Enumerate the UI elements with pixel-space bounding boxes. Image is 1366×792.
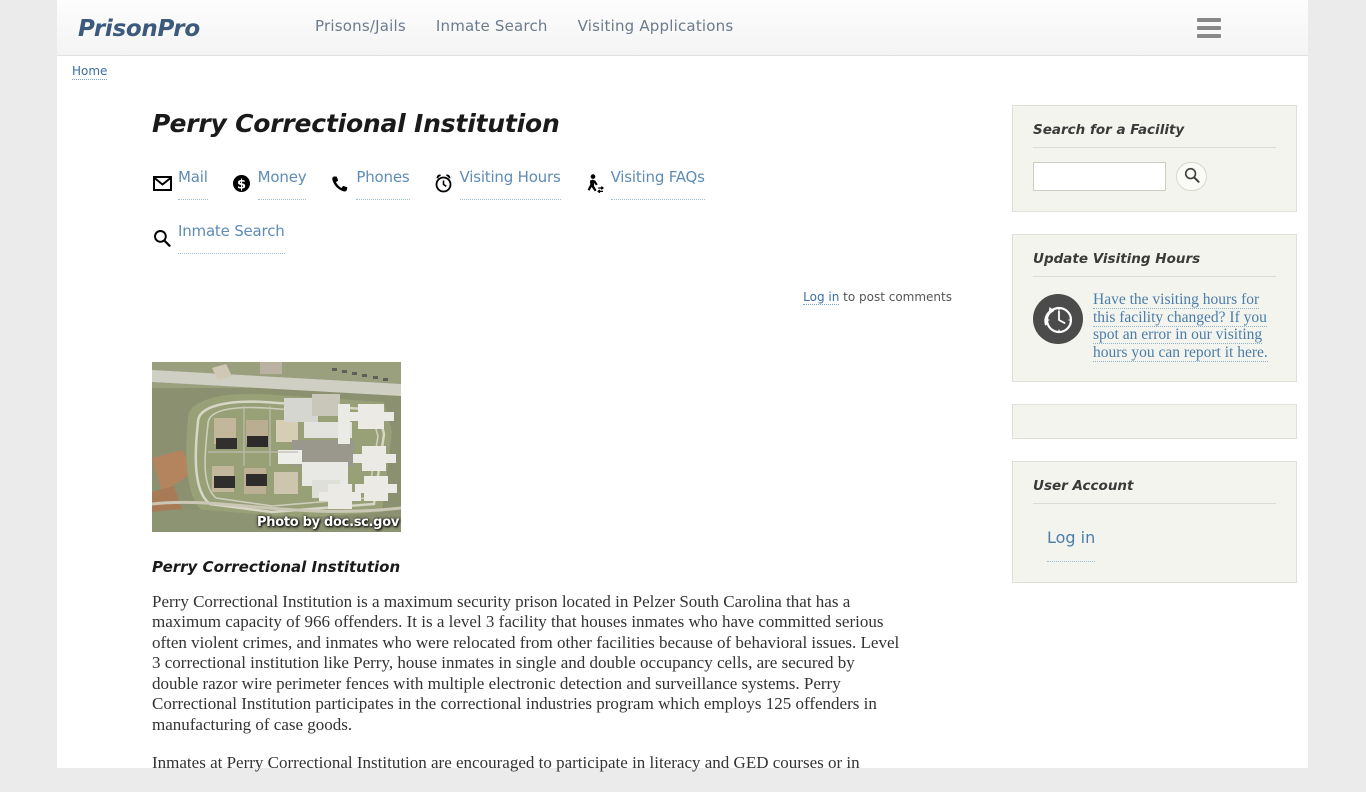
- breadcrumb: Home: [72, 64, 108, 80]
- hamburger-menu-icon[interactable]: [1197, 18, 1221, 38]
- envelope-icon: [152, 174, 172, 194]
- alarm-clock-icon: [434, 174, 454, 194]
- site-logo[interactable]: PrisonPro: [78, 16, 200, 42]
- site-header: PrisonPro Prisons/Jails Inmate Search Vi…: [57, 0, 1308, 56]
- quicklink-visiting-faqs[interactable]: Visiting FAQs: [585, 168, 705, 200]
- nav-item-visiting-applications[interactable]: Visiting Applications: [578, 17, 734, 35]
- article-heading: Perry Correctional Institution: [152, 557, 401, 576]
- update-hours-row: Have the visiting hours for this facilit…: [1033, 291, 1276, 362]
- comment-prompt: Log in to post comments: [152, 289, 952, 305]
- nav-item-prisons-jails[interactable]: Prisons/Jails: [315, 17, 406, 35]
- article-body: Perry Correctional Institution Perry Cor…: [152, 558, 902, 774]
- clock-refresh-icon: [1033, 294, 1083, 344]
- breadcrumb-home-link[interactable]: Home: [72, 64, 108, 80]
- hamburger-bar: [1197, 26, 1221, 30]
- page-container: PrisonPro Prisons/Jails Inmate Search Vi…: [57, 0, 1308, 772]
- quicklink-money[interactable]: $ Money: [232, 168, 307, 200]
- account-login-link[interactable]: Log in: [1047, 528, 1096, 562]
- sidebar: Search for a Facility Update Visiting Ho…: [1012, 105, 1297, 605]
- quicklink-label: Inmate Search: [178, 222, 285, 254]
- nav-item-inmate-search[interactable]: Inmate Search: [436, 17, 548, 35]
- hamburger-bar: [1197, 34, 1221, 38]
- main-navigation: Prisons/Jails Inmate Search Visiting App…: [315, 17, 733, 35]
- comment-prompt-suffix: to post comments: [839, 289, 952, 304]
- widget-title: Update Visiting Hours: [1033, 251, 1276, 277]
- widget-title: User Account: [1033, 478, 1276, 504]
- update-hours-link-text: Have the visiting hours for this facilit…: [1093, 291, 1268, 362]
- page-title: Perry Correctional Institution: [152, 109, 560, 138]
- dollar-coin-icon: $: [232, 174, 252, 194]
- facility-search-button[interactable]: [1176, 162, 1207, 191]
- comment-login-link[interactable]: Log in: [803, 289, 840, 305]
- aerial-photo-graphic: [152, 361, 401, 532]
- quicklink-inmate-search[interactable]: Inmate Search: [152, 222, 812, 254]
- update-hours-link[interactable]: Have the visiting hours for this facilit…: [1093, 291, 1276, 362]
- widget-title: Search for a Facility: [1033, 122, 1276, 148]
- quicklink-label: Visiting FAQs: [610, 168, 705, 200]
- widget-update-visiting-hours: Update Visiting Hours Have the visiting …: [1012, 234, 1297, 382]
- article-paragraph: Perry Correctional Institution is a maxi…: [152, 591, 900, 734]
- quicklink-visiting-hours[interactable]: Visiting Hours: [434, 168, 561, 200]
- widget-user-account: User Account Log in: [1012, 461, 1297, 583]
- quicklink-mail[interactable]: Mail: [152, 168, 208, 200]
- phone-icon: [330, 174, 350, 194]
- facility-search-row: [1033, 162, 1276, 191]
- quicklink-label: Visiting Hours: [459, 168, 561, 200]
- hamburger-bar: [1197, 18, 1221, 22]
- search-icon: [1184, 167, 1200, 186]
- facility-photo: Photo by doc.sc.gov: [152, 361, 401, 532]
- quicklink-label: Phones: [356, 168, 410, 200]
- facility-search-input[interactable]: [1033, 162, 1166, 191]
- photo-credit: Photo by doc.sc.gov: [257, 514, 399, 530]
- quicklink-label: Money: [257, 168, 307, 200]
- svg-text:$: $: [237, 178, 246, 193]
- magnifier-icon: [152, 228, 172, 248]
- quicklink-label: Mail: [178, 168, 208, 200]
- facility-quicklinks: Mail $ Money Phones Visiting Hours Visit…: [152, 168, 812, 276]
- main-content: Perry Correctional Institution Mail $ Mo…: [152, 110, 962, 792]
- article-paragraph: Inmates at Perry Correctional Institutio…: [152, 753, 860, 772]
- widget-empty-block: [1012, 404, 1297, 439]
- quicklink-phones[interactable]: Phones: [330, 168, 410, 200]
- visitor-walking-icon: [585, 173, 605, 194]
- widget-search-facility: Search for a Facility: [1012, 105, 1297, 212]
